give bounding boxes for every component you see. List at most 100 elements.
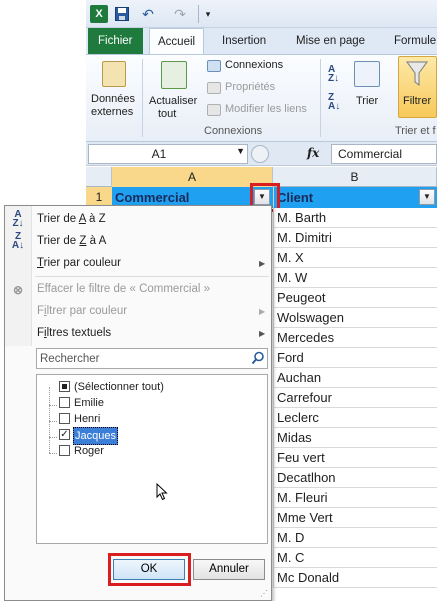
menu-item-text-filters[interactable]: Filtres textuels [37, 322, 111, 344]
save-icon[interactable] [114, 5, 130, 23]
tree-connector [49, 387, 50, 453]
tab-mise-en-page[interactable]: Mise en page [288, 28, 373, 54]
trier-button[interactable]: Trier [356, 95, 378, 107]
donnees-externes-label-1[interactable]: Données [91, 93, 135, 105]
checkbox-partial[interactable] [59, 381, 70, 392]
name-box[interactable]: A1 ▼ [88, 144, 248, 164]
table-row[interactable]: Midas [273, 428, 437, 448]
connections-icon[interactable] [207, 60, 221, 72]
tab-accueil[interactable]: Accueil [149, 28, 205, 54]
customize-qat-icon[interactable]: ▾ [202, 5, 214, 23]
table-row[interactable]: Leclerc [273, 408, 437, 428]
excel-logo-icon[interactable]: X [90, 5, 108, 23]
clear-filter-icon: ⊗ [12, 283, 24, 297]
list-item-label: Roger [74, 445, 104, 457]
ribbon-separator [320, 59, 321, 137]
funnel-icon [406, 61, 428, 90]
highlight-ok-button [108, 553, 191, 586]
submenu-arrow-icon: ▶ [259, 329, 266, 338]
insert-function-icon[interactable]: fx [307, 146, 319, 160]
values-list: (Sélectionner tout) Emilie Henri ✓ Jacqu… [36, 374, 268, 544]
filter-dropdown-icon[interactable]: ▼ [419, 189, 435, 205]
tree-connector [49, 421, 57, 422]
redo-icon[interactable]: ↷ [168, 5, 192, 23]
header-commercial: Commercial [115, 190, 190, 205]
submenu-arrow-icon: ▶ [259, 259, 266, 268]
table-row[interactable]: Ford [273, 348, 437, 368]
search-icon[interactable] [251, 351, 265, 365]
table-row[interactable]: M. Fleuri [273, 488, 437, 508]
column-header-b[interactable]: B [273, 167, 437, 187]
actualiser-label[interactable]: Actualiser [149, 95, 197, 107]
table-row[interactable]: Mme Vert [273, 508, 437, 528]
tree-connector [49, 453, 57, 454]
tree-connector [49, 405, 57, 406]
tab-fichier[interactable]: Fichier [88, 28, 143, 54]
proprietes-button: Propriétés [225, 81, 276, 93]
undo-icon[interactable]: ↶ [136, 5, 160, 23]
splitter-handle[interactable] [251, 145, 269, 163]
search-input[interactable] [37, 349, 247, 368]
tout-label[interactable]: tout [158, 108, 176, 120]
qat-separator [198, 5, 199, 23]
table-row[interactable]: M. Barth [273, 208, 437, 228]
checkbox-unchecked[interactable] [59, 397, 70, 408]
resize-grip-icon[interactable]: ⋰ [260, 589, 270, 599]
column-header-a[interactable]: A [112, 167, 273, 187]
edit-links-icon [207, 104, 221, 116]
table-row[interactable]: M. X [273, 248, 437, 268]
header-client: Client [277, 190, 314, 205]
sort-az-icon: A Z↓ [12, 209, 24, 229]
table-row[interactable]: M. D [273, 528, 437, 548]
background-strip [0, 0, 86, 207]
connexions-button[interactable]: Connexions [225, 59, 283, 71]
menu-separator [35, 276, 269, 277]
table-row[interactable]: Mercedes [273, 328, 437, 348]
cell-b1[interactable]: Client ▼ [273, 187, 437, 208]
tree-connector [49, 437, 57, 438]
table-row[interactable]: Auchan [273, 368, 437, 388]
formula-bar: A1 ▼ fx Commercial [86, 142, 437, 166]
list-item-label: (Sélectionner tout) [74, 381, 164, 393]
sort-za-icon: Z A↓ [11, 231, 25, 251]
sort-dialog-icon[interactable] [354, 61, 380, 87]
ribbon-tabs: Fichier Accueil Insertion Mise en page F… [86, 28, 437, 54]
table-row[interactable]: Feu vert [273, 448, 437, 468]
chevron-down-icon[interactable]: ▼ [236, 146, 245, 156]
tab-formule[interactable]: Formule [386, 28, 437, 54]
checkbox-unchecked[interactable] [59, 445, 70, 456]
sort-za-icon[interactable]: Z A↓ [328, 93, 340, 112]
checkbox-checked[interactable]: ✓ [59, 429, 70, 440]
menu-item-sort-by-color[interactable]: Trier par couleur [37, 252, 121, 274]
table-row[interactable]: M. C [273, 548, 437, 568]
tab-insertion[interactable]: Insertion [214, 28, 274, 54]
list-item-label: Henri [74, 413, 101, 425]
sort-az-icon[interactable]: A Z↓ [328, 65, 339, 84]
filtrer-button[interactable]: Filtrer [403, 95, 431, 107]
search-box[interactable] [36, 348, 268, 369]
menu-item-sort-az[interactable]: Trier de A à Z [37, 208, 106, 230]
table-row[interactable]: Mc Donald [273, 568, 437, 588]
name-box-value: A1 [151, 147, 167, 161]
checkbox-unchecked[interactable] [59, 413, 70, 424]
formula-input[interactable]: Commercial [331, 144, 437, 164]
select-all-corner[interactable] [86, 167, 112, 187]
donnees-externes-label-2[interactable]: externes [91, 106, 133, 118]
mouse-pointer-icon [156, 482, 168, 504]
refresh-icon[interactable] [161, 61, 187, 89]
external-data-icon[interactable] [102, 61, 126, 87]
cancel-button[interactable]: Annuler [193, 559, 265, 580]
client-column: M. Barth M. Dimitri M. X M. W Peugeot Wo… [273, 208, 437, 601]
table-row[interactable]: Wolswagen [273, 308, 437, 328]
table-row[interactable]: M. Dimitri [273, 228, 437, 248]
table-row[interactable]: M. W [273, 268, 437, 288]
autofilter-menu: A Z↓ Trier de A à Z Z A↓ Trier de Z à A Tr… [4, 205, 272, 601]
quick-access-toolbar: X ↶ ↷ ▾ [86, 0, 437, 28]
table-row[interactable]: Peugeot [273, 288, 437, 308]
submenu-arrow-icon: ▶ [259, 307, 266, 316]
table-row[interactable]: Decatlhon [273, 468, 437, 488]
formula-buttons: fx [249, 144, 329, 164]
menu-item-sort-za[interactable]: Trier de Z à A [37, 230, 106, 252]
row-header-1[interactable]: 1 [86, 187, 112, 207]
table-row[interactable]: Carrefour [273, 388, 437, 408]
